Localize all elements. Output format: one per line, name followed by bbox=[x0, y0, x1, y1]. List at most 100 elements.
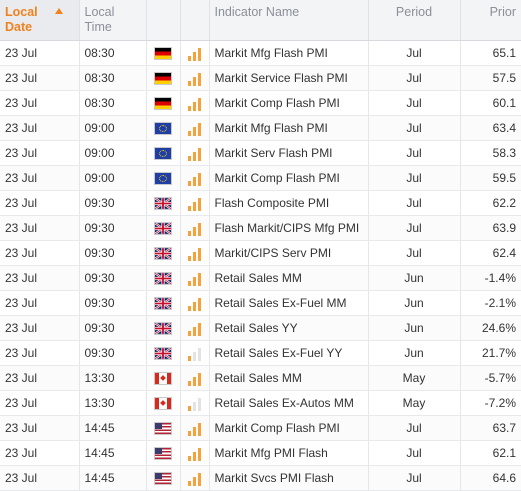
table-row[interactable]: 23 Jul 09:30 Flash Composite PMI Jul 62.2 bbox=[0, 190, 521, 216]
table-row[interactable]: 23 Jul 14:45 Markit Comp Flash PMI Jul 63.7 bbox=[0, 415, 521, 441]
germany-flag-icon bbox=[154, 71, 172, 85]
table-row[interactable]: 23 Jul 14:45 Markit Mfg PMI Flash Jul 62.1 bbox=[0, 440, 521, 466]
indicator-name-cell[interactable]: Retail Sales MM bbox=[209, 265, 369, 291]
indicator-name-cell[interactable]: Retail Sales MM bbox=[209, 365, 369, 391]
time-cell: 09:00 bbox=[79, 115, 147, 141]
prior-cell: 57.5 bbox=[460, 65, 521, 91]
date-cell: 23 Jul bbox=[0, 115, 80, 141]
indicator-name-cell[interactable]: Markit Service Flash PMI bbox=[209, 65, 369, 91]
indicator-name-cell[interactable]: Retail Sales Ex-Fuel YY bbox=[209, 340, 369, 366]
date-cell: 23 Jul bbox=[0, 140, 80, 166]
prior-cell: -2.1% bbox=[460, 290, 521, 316]
prior-cell: 21.7% bbox=[460, 340, 521, 366]
period-cell: Jul bbox=[368, 465, 461, 491]
period-cell: May bbox=[368, 390, 461, 416]
prior-cell: 60.1 bbox=[460, 90, 521, 116]
table-row[interactable]: 23 Jul 09:00 Markit Comp Flash PMI Jul 59.5 bbox=[0, 165, 521, 191]
country-cell bbox=[146, 290, 181, 316]
importance-bars-icon bbox=[188, 247, 201, 261]
indicator-name-cell[interactable]: Markit/CIPS Serv PMI bbox=[209, 240, 369, 266]
date-cell: 23 Jul bbox=[0, 290, 80, 316]
prior-cell: 62.2 bbox=[460, 190, 521, 216]
uk-flag-icon bbox=[154, 296, 172, 310]
importance-cell bbox=[180, 215, 210, 241]
table-row[interactable]: 23 Jul 09:00 Markit Serv Flash PMI Jul 58.3 bbox=[0, 140, 521, 166]
date-cell: 23 Jul bbox=[0, 340, 80, 366]
time-cell: 09:00 bbox=[79, 140, 147, 166]
country-cell bbox=[146, 115, 181, 141]
eu-flag-icon bbox=[154, 121, 172, 135]
time-cell: 14:45 bbox=[79, 440, 147, 466]
table-row[interactable]: 23 Jul 08:30 Markit Service Flash PMI Jul 57… bbox=[0, 65, 521, 91]
period-cell: Jul bbox=[368, 140, 461, 166]
importance-bars-icon bbox=[188, 172, 201, 186]
date-cell: 23 Jul bbox=[0, 465, 80, 491]
date-cell: 23 Jul bbox=[0, 390, 80, 416]
indicator-name-cell[interactable]: Markit Serv Flash PMI bbox=[209, 140, 369, 166]
date-cell: 23 Jul bbox=[0, 240, 80, 266]
indicator-name-cell[interactable]: Flash Composite PMI bbox=[209, 190, 369, 216]
period-cell: Jul bbox=[368, 165, 461, 191]
prior-cell: 63.9 bbox=[460, 215, 521, 241]
table-row[interactable]: 23 Jul 09:30 Retail Sales YY Jun 24.6% bbox=[0, 315, 521, 341]
column-header-period[interactable]: Period bbox=[368, 0, 461, 41]
date-cell: 23 Jul bbox=[0, 440, 80, 466]
indicator-name-cell[interactable]: Retail Sales Ex-Fuel MM bbox=[209, 290, 369, 316]
period-cell: Jul bbox=[368, 90, 461, 116]
column-header-country[interactable] bbox=[146, 0, 181, 41]
column-header-importance[interactable] bbox=[180, 0, 210, 41]
indicator-name-cell[interactable]: Markit Mfg PMI Flash bbox=[209, 440, 369, 466]
table-row[interactable]: 23 Jul 09:30 Retail Sales MM Jun -1.4% bbox=[0, 265, 521, 291]
table-row[interactable]: 23 Jul 09:30 Flash Markit/CIPS Mfg PMI Jul 6… bbox=[0, 215, 521, 241]
column-header-prior[interactable]: Prior bbox=[460, 0, 521, 41]
importance-bars-icon bbox=[188, 397, 201, 411]
time-cell: 14:45 bbox=[79, 465, 147, 491]
prior-cell: 62.1 bbox=[460, 440, 521, 466]
indicator-name-cell[interactable]: Markit Mfg Flash PMI bbox=[209, 115, 369, 141]
importance-cell bbox=[180, 190, 210, 216]
table-row[interactable]: 23 Jul 08:30 Markit Comp Flash PMI Jul 60.1 bbox=[0, 90, 521, 116]
table-row[interactable]: 23 Jul 13:30 Retail Sales MM May -5.7% bbox=[0, 365, 521, 391]
period-cell: Jul bbox=[368, 240, 461, 266]
indicator-name-cell[interactable]: Markit Svcs PMI Flash bbox=[209, 465, 369, 491]
importance-cell bbox=[180, 115, 210, 141]
column-header-local-date[interactable]: Local Date bbox=[0, 0, 80, 41]
time-cell: 08:30 bbox=[79, 65, 147, 91]
indicator-name-cell[interactable]: Retail Sales Ex-Autos MM bbox=[209, 390, 369, 416]
country-cell bbox=[146, 215, 181, 241]
time-cell: 14:45 bbox=[79, 415, 147, 441]
canada-flag-icon bbox=[154, 371, 172, 385]
prior-cell: 58.3 bbox=[460, 140, 521, 166]
table-row[interactable]: 23 Jul 09:30 Retail Sales Ex-Fuel YY Jun 21.… bbox=[0, 340, 521, 366]
country-cell bbox=[146, 65, 181, 91]
period-cell: Jul bbox=[368, 40, 461, 66]
column-header-indicator-name[interactable]: Indicator Name bbox=[209, 0, 369, 41]
prior-cell: 63.4 bbox=[460, 115, 521, 141]
prior-cell: 63.7 bbox=[460, 415, 521, 441]
time-cell: 09:30 bbox=[79, 340, 147, 366]
column-header-local-time[interactable]: Local Time bbox=[79, 0, 147, 41]
time-cell: 13:30 bbox=[79, 365, 147, 391]
table-row[interactable]: 23 Jul 09:00 Markit Mfg Flash PMI Jul 63.4 bbox=[0, 115, 521, 141]
table-row[interactable]: 23 Jul 08:30 Markit Mfg Flash PMI Jul 65.1 bbox=[0, 40, 521, 66]
table-row[interactable]: 23 Jul 09:30 Markit/CIPS Serv PMI Jul 62.4 bbox=[0, 240, 521, 266]
table-row[interactable]: 23 Jul 09:30 Retail Sales Ex-Fuel MM Jun -2.… bbox=[0, 290, 521, 316]
canada-flag-icon bbox=[154, 396, 172, 410]
uk-flag-icon bbox=[154, 321, 172, 335]
indicator-name-cell[interactable]: Markit Mfg Flash PMI bbox=[209, 40, 369, 66]
importance-cell bbox=[180, 415, 210, 441]
indicator-name-cell[interactable]: Retail Sales YY bbox=[209, 315, 369, 341]
uk-flag-icon bbox=[154, 221, 172, 235]
indicator-name-cell[interactable]: Markit Comp Flash PMI bbox=[209, 415, 369, 441]
time-cell: 09:30 bbox=[79, 315, 147, 341]
table-row[interactable]: 23 Jul 13:30 Retail Sales Ex-Autos MM May -7… bbox=[0, 390, 521, 416]
prior-cell: -7.2% bbox=[460, 390, 521, 416]
period-cell: Jun bbox=[368, 290, 461, 316]
column-header-label: Prior bbox=[489, 5, 516, 19]
indicator-name-cell[interactable]: Markit Comp Flash PMI bbox=[209, 90, 369, 116]
time-cell: 13:30 bbox=[79, 390, 147, 416]
indicator-name-cell[interactable]: Flash Markit/CIPS Mfg PMI bbox=[209, 215, 369, 241]
table-row[interactable]: 23 Jul 14:45 Markit Svcs PMI Flash Jul 64.6 bbox=[0, 465, 521, 491]
indicator-name-cell[interactable]: Markit Comp Flash PMI bbox=[209, 165, 369, 191]
date-cell: 23 Jul bbox=[0, 315, 80, 341]
